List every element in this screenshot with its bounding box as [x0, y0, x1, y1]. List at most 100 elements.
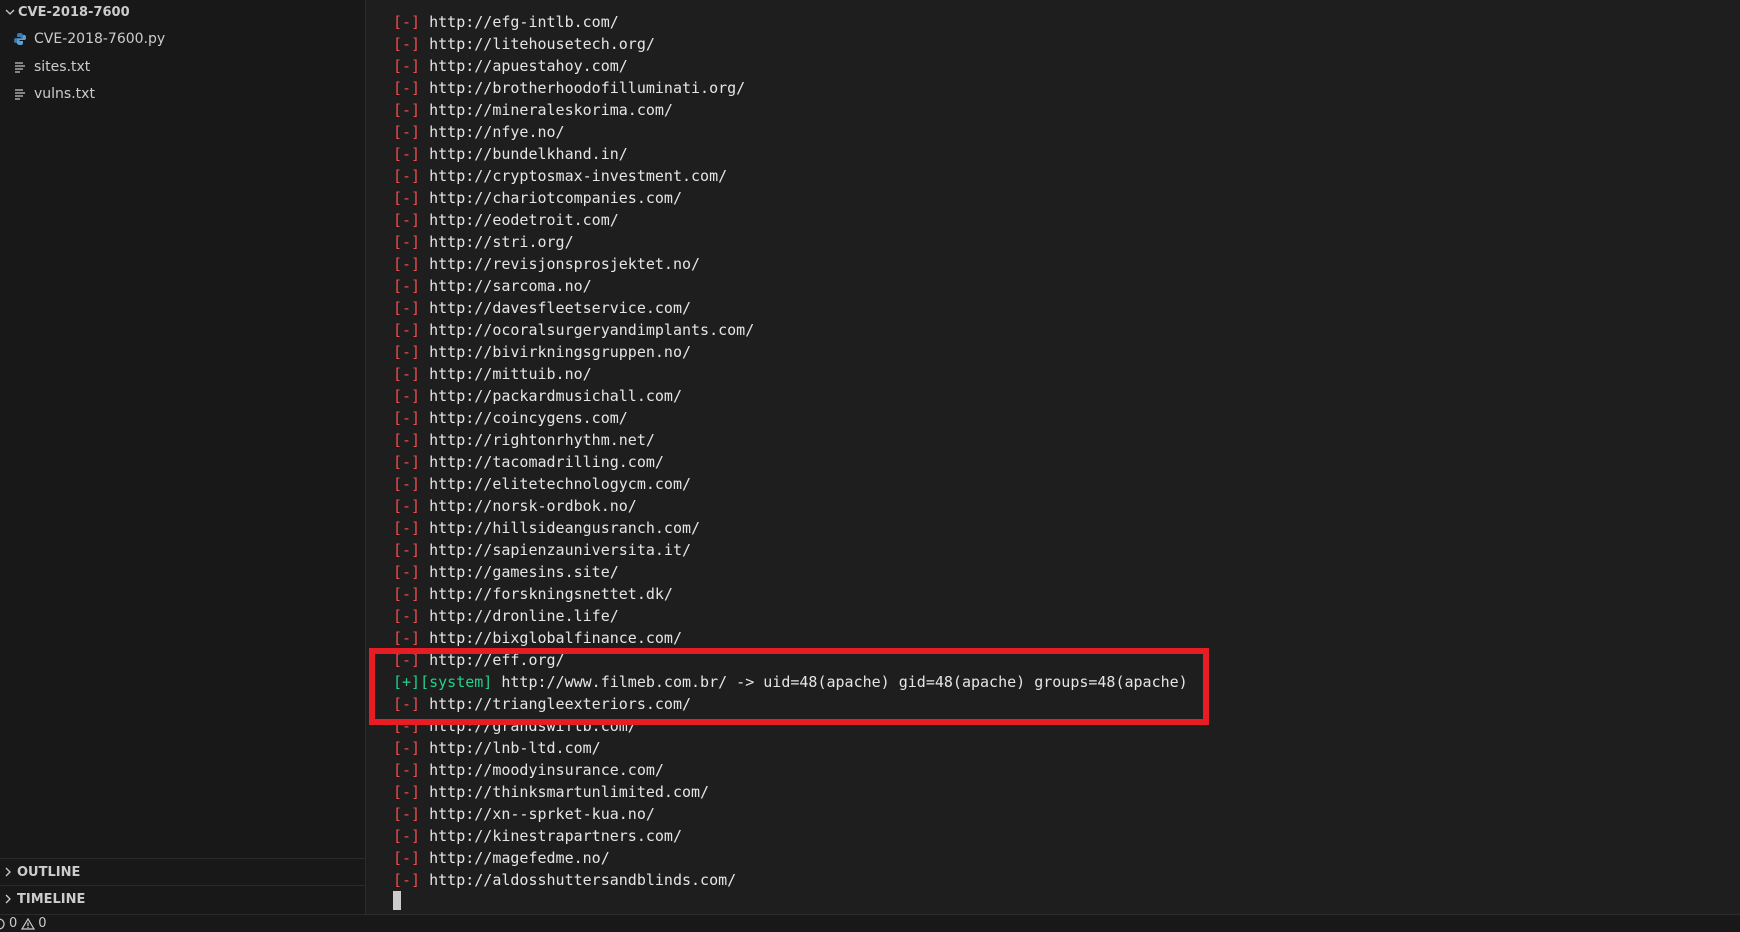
fail-tag: [-]: [393, 145, 421, 163]
text-file-icon: [12, 59, 28, 75]
fail-tag: [-]: [393, 871, 421, 889]
terminal-line-text: http://forskningsnettet.dk/: [429, 585, 673, 603]
terminal-line: [-] http://efg-intlb.com/: [393, 11, 1188, 33]
terminal-line-text: http://sapienzauniversita.it/: [429, 541, 692, 559]
terminal-line: [-] http://sarcoma.no/: [393, 275, 1188, 297]
fail-tag: [-]: [393, 629, 421, 647]
chevron-down-icon: [2, 4, 18, 20]
fail-tag: [-]: [393, 321, 421, 339]
terminal-line: [-] http://packardmusichall.com/: [393, 385, 1188, 407]
file-name: sites.txt: [34, 58, 91, 75]
fail-tag: [-]: [393, 101, 421, 119]
fail-tag: [-]: [393, 563, 421, 581]
terminal-line: [-] http://mittuib.no/: [393, 363, 1188, 385]
terminal-line-text: http://brotherhoodofilluminati.org/: [429, 79, 746, 97]
terminal-line-text: http://revisjonsprosjektet.no/: [429, 255, 701, 273]
fail-tag: [-]: [393, 343, 421, 361]
fail-tag: [-]: [393, 79, 421, 97]
fail-tag: [-]: [393, 475, 421, 493]
fail-tag: [-]: [393, 233, 421, 251]
terminal-line-text: http://apuestahoy.com/: [429, 57, 628, 75]
fail-tag: [-]: [393, 123, 421, 141]
file-item-py[interactable]: CVE-2018-7600.py: [0, 25, 366, 52]
terminal-line-text: http://sarcoma.no/: [429, 277, 592, 295]
fail-tag: [-]: [393, 695, 421, 713]
fail-tag: [-]: [393, 167, 421, 185]
fail-tag: [-]: [393, 13, 421, 31]
terminal-line-text: http://grandswiftb.com/: [429, 717, 637, 735]
folder-header[interactable]: CVE-2018-7600: [0, 1, 366, 23]
terminal-line: [-] http://stri.org/: [393, 231, 1188, 253]
fail-tag: [-]: [393, 783, 421, 801]
terminal-line-text: http://nfye.no/: [429, 123, 565, 141]
terminal-line-text: http://bundelkhand.in/: [429, 145, 628, 163]
python-file-icon: [12, 31, 28, 47]
terminal-line: [-] http://nfye.no/: [393, 121, 1188, 143]
terminal-line-text: http://www.filmeb.com.br/ -> uid=48(apac…: [501, 673, 1188, 691]
fail-tag: [-]: [393, 541, 421, 559]
terminal-line-text: http://eff.org/: [429, 651, 565, 669]
terminal-line: [-] http://bundelkhand.in/: [393, 143, 1188, 165]
terminal-line: [-] http://bixglobalfinance.com/: [393, 627, 1188, 649]
fail-tag: [-]: [393, 387, 421, 405]
terminal-line: [-] http://ocoralsurgeryandimplants.com/: [393, 319, 1188, 341]
terminal-line: [-] http://mineraleskorima.com/: [393, 99, 1188, 121]
terminal-line-text: http://magefedme.no/: [429, 849, 610, 867]
fail-tag: [-]: [393, 299, 421, 317]
fail-tag: [-]: [393, 519, 421, 537]
terminal-line: [-] http://kinestrapartners.com/: [393, 825, 1188, 847]
terminal-line: [-] http://davesfleetservice.com/: [393, 297, 1188, 319]
warning-icon: [21, 917, 36, 930]
problems-indicator[interactable]: 0 0: [0, 916, 47, 931]
terminal-line-text: http://chariotcompanies.com/: [429, 189, 682, 207]
terminal-line-text: http://ocoralsurgeryandimplants.com/: [429, 321, 755, 339]
file-item-vulns[interactable]: vulns.txt: [0, 80, 366, 107]
fail-tag: [-]: [393, 497, 421, 515]
fail-tag: [-]: [393, 717, 421, 735]
terminal-line: [-] http://grandswiftb.com/: [393, 715, 1188, 737]
terminal-line: [-] http://dronline.life/: [393, 605, 1188, 627]
terminal-line: [-] http://magefedme.no/: [393, 847, 1188, 869]
terminal-line-text: http://kinestrapartners.com/: [429, 827, 682, 845]
outline-label: OUTLINE: [17, 864, 81, 880]
explorer-sidebar: CVE-2018-7600 CVE-2018-7600.py sites.txt: [0, 0, 366, 914]
fail-tag: [-]: [393, 57, 421, 75]
terminal-line-text: http://rightonrhythm.net/: [429, 431, 655, 449]
fail-tag: [-]: [393, 277, 421, 295]
terminal-line: [-] http://tacomadrilling.com/: [393, 451, 1188, 473]
outline-panel-header[interactable]: OUTLINE: [0, 858, 366, 885]
terminal-output: [-] http://efg-intlb.com/[-] http://lite…: [393, 11, 1188, 891]
terminal-line: [-] http://thinksmartunlimited.com/: [393, 781, 1188, 803]
fail-tag: [-]: [393, 849, 421, 867]
fail-tag: [-]: [393, 651, 421, 669]
file-name: vulns.txt: [34, 85, 95, 102]
text-file-icon: [12, 86, 28, 102]
file-name: CVE-2018-7600.py: [34, 30, 166, 47]
terminal-line: [-] http://eodetroit.com/: [393, 209, 1188, 231]
folder-name: CVE-2018-7600: [18, 4, 130, 20]
terminal-line: [-] http://cryptosmax-investment.com/: [393, 165, 1188, 187]
terminal-line-text: http://litehousetech.org/: [429, 35, 655, 53]
success-tag: [+][system]: [393, 673, 493, 691]
terminal-line: [-] http://coincygens.com/: [393, 407, 1188, 429]
terminal-panel[interactable]: [-] http://efg-intlb.com/[-] http://lite…: [367, 0, 1740, 914]
terminal-line-text: http://lnb-ltd.com/: [429, 739, 601, 757]
terminal-line-text: http://cryptosmax-investment.com/: [429, 167, 728, 185]
terminal-line-text: http://stri.org/: [429, 233, 574, 251]
chevron-right-icon: [0, 864, 16, 880]
timeline-panel-header[interactable]: TIMELINE: [0, 885, 366, 912]
terminal-line: [-] http://aldosshuttersandblinds.com/: [393, 869, 1188, 891]
terminal-line: [-] http://eff.org/: [393, 649, 1188, 671]
file-item-sites[interactable]: sites.txt: [0, 53, 366, 80]
warning-count: 0: [38, 916, 47, 931]
terminal-line: [-] http://rightonrhythm.net/: [393, 429, 1188, 451]
chevron-right-icon: [0, 891, 16, 907]
fail-tag: [-]: [393, 431, 421, 449]
fail-tag: [-]: [393, 211, 421, 229]
terminal-line: [+][system] http://www.filmeb.com.br/ ->…: [393, 671, 1188, 693]
terminal-line: [-] http://bivirkningsgruppen.no/: [393, 341, 1188, 363]
terminal-line-text: http://elitetechnologycm.com/: [429, 475, 692, 493]
fail-tag: [-]: [393, 761, 421, 779]
fail-tag: [-]: [393, 739, 421, 757]
terminal-line: [-] http://lnb-ltd.com/: [393, 737, 1188, 759]
